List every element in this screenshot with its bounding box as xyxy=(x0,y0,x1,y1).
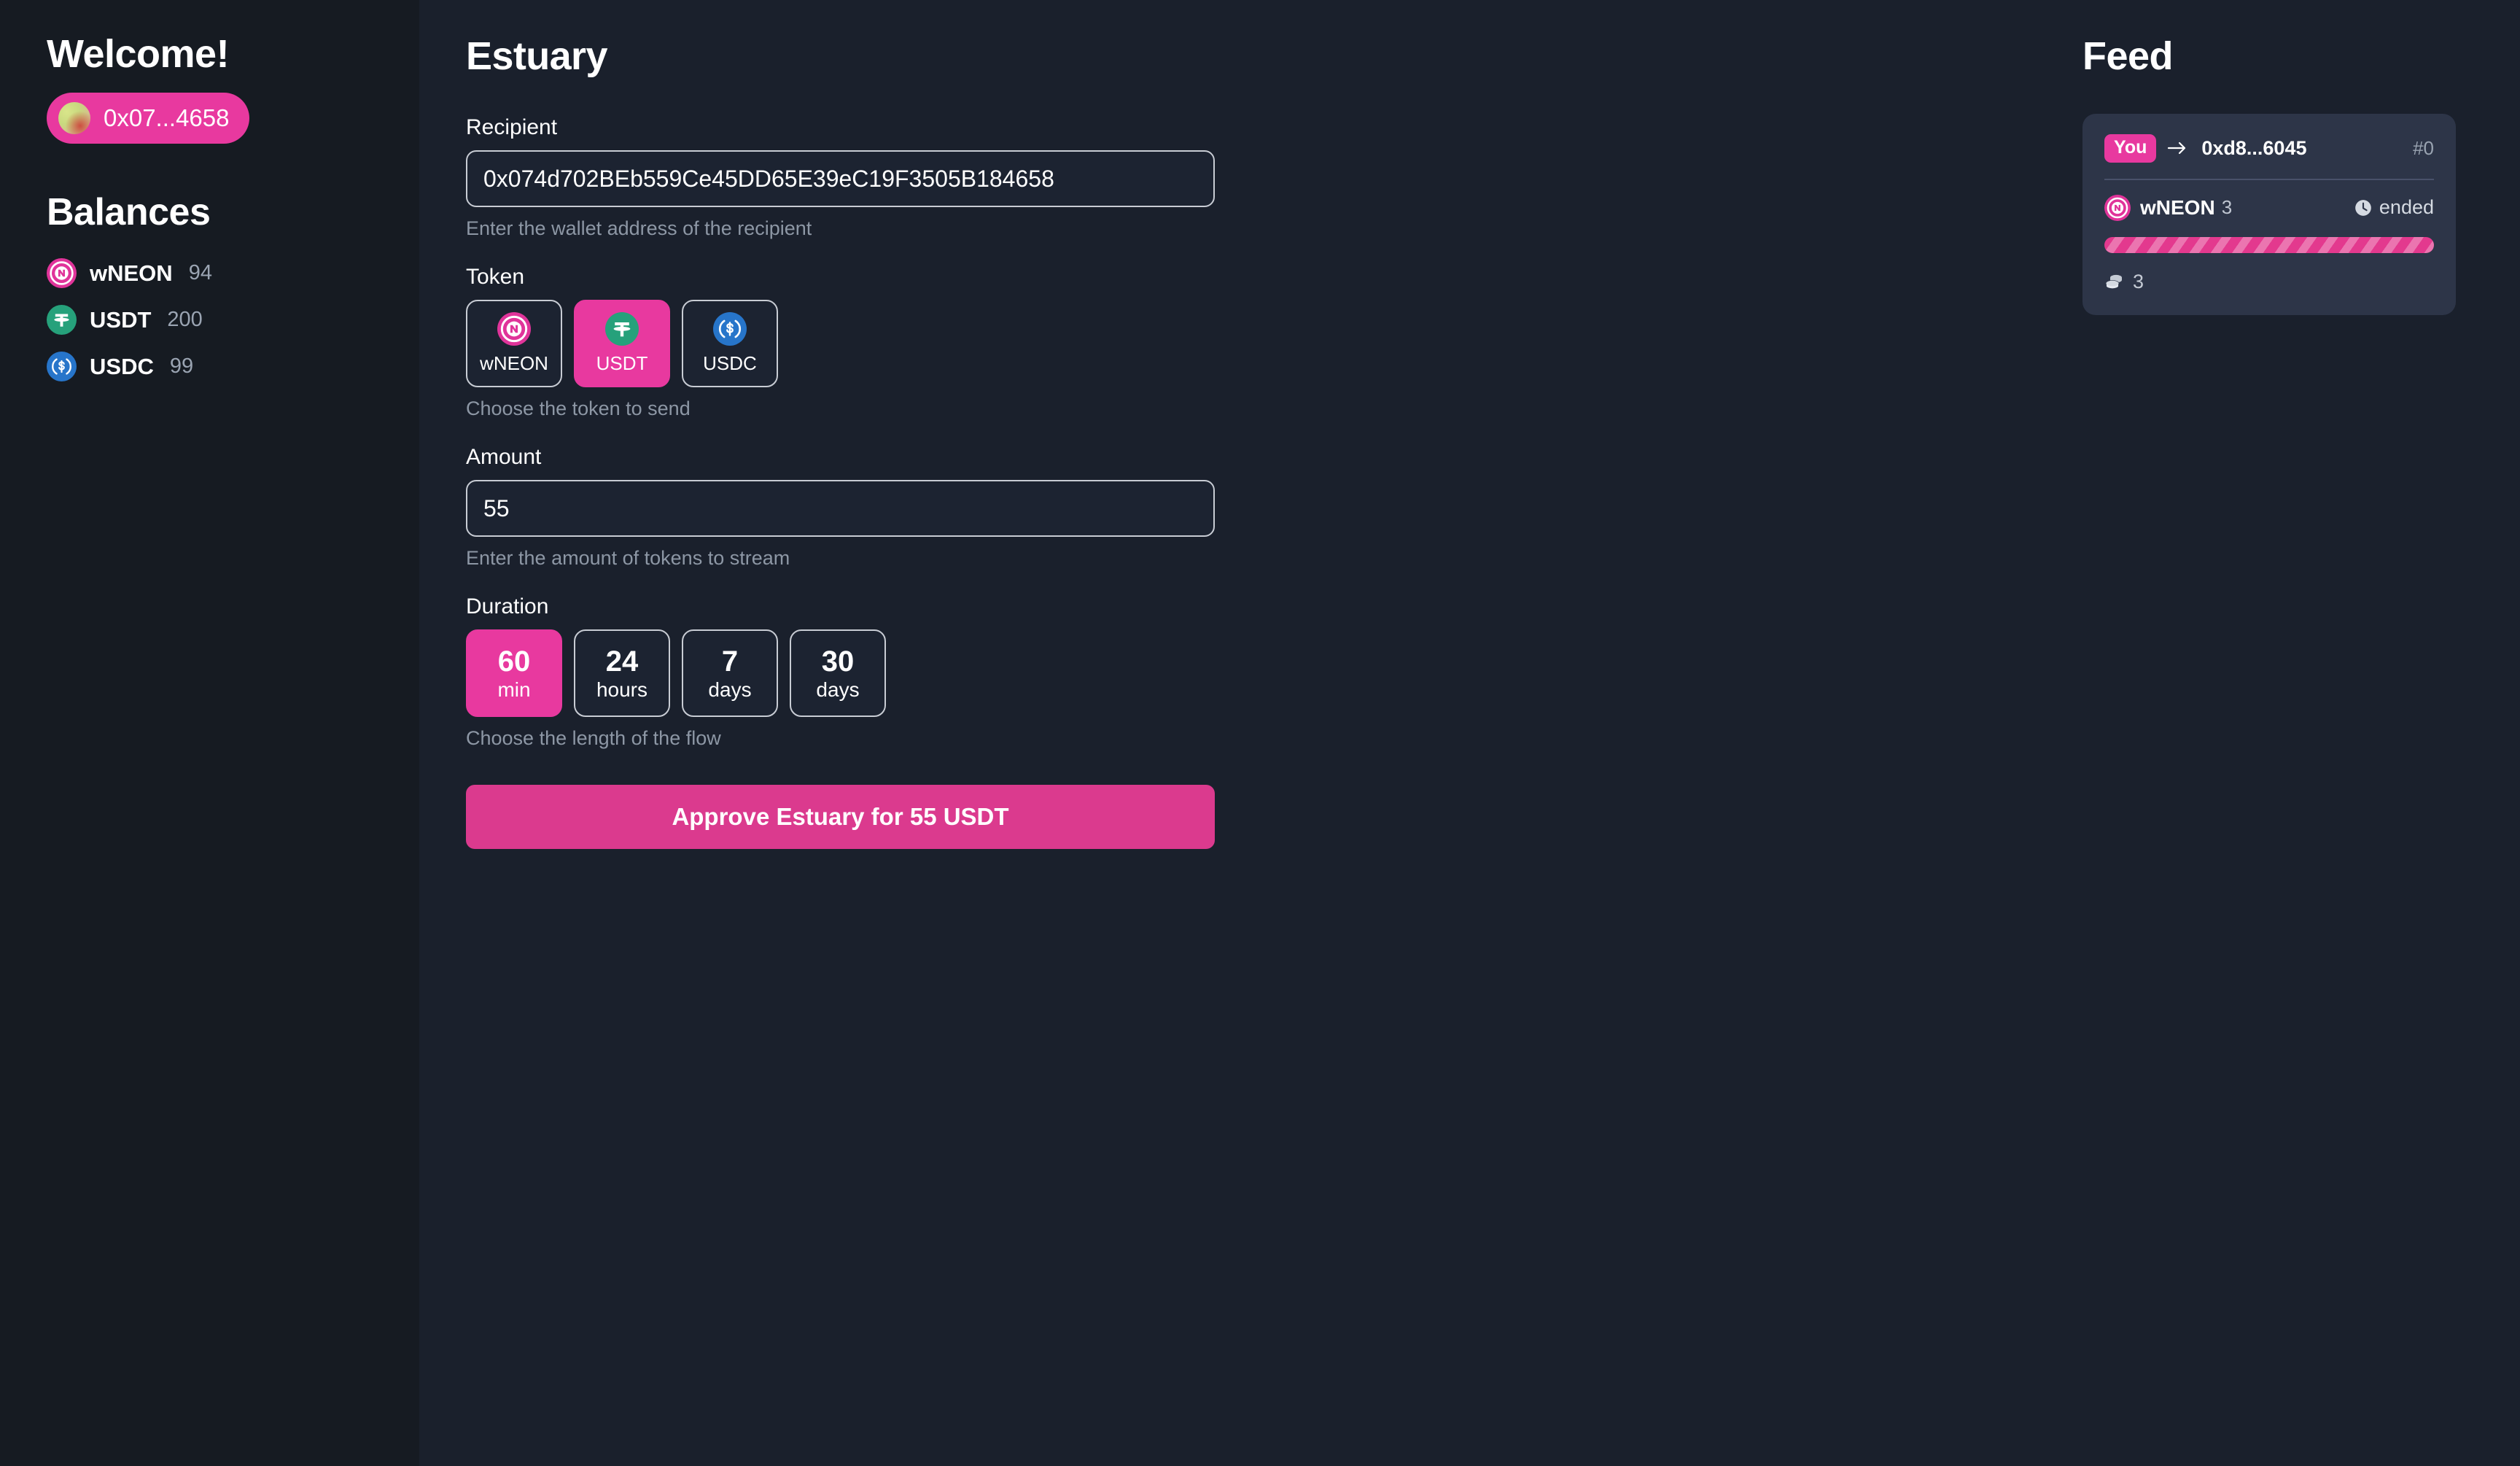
sender-badge: You xyxy=(2104,134,2157,163)
welcome-title: Welcome! xyxy=(47,32,230,76)
balance-amount: 94 xyxy=(188,261,212,285)
token-option-usdc[interactable]: USDC xyxy=(682,300,778,387)
recipient-input[interactable] xyxy=(466,150,1215,207)
duration-number: 7 xyxy=(721,645,739,678)
main-content: Estuary Recipient Enter the wallet addre… xyxy=(419,0,2082,1466)
wallet-address-label: 0x07...4658 xyxy=(104,104,230,131)
wallet-avatar-icon xyxy=(58,101,90,134)
duration-number: 24 xyxy=(605,645,639,678)
feed-panel: Feed You 0xd8...6045 #0 wNEON 3 ended 3 xyxy=(2082,0,2520,1466)
duration-number: 30 xyxy=(821,645,855,678)
wallet-pill-button[interactable]: 0x07...4658 xyxy=(47,92,250,144)
feed-withdrawn-amount: 3 xyxy=(2133,270,2144,292)
balance-row-usdc: USDC 99 xyxy=(47,344,373,390)
approve-estuary-button[interactable]: Approve Estuary for 55 USDT xyxy=(466,785,1215,849)
amount-hint: Enter the amount of tokens to stream xyxy=(466,547,790,569)
balance-row-usdt: USDT 200 xyxy=(47,297,373,344)
token-hint: Choose the token to send xyxy=(466,397,691,419)
page-title: Estuary xyxy=(466,34,608,78)
arrow-right-icon xyxy=(2168,142,2186,155)
amount-label: Amount xyxy=(466,445,542,469)
duration-unit: hours xyxy=(596,678,648,701)
wneon-token-icon xyxy=(2104,194,2131,221)
wneon-token-icon xyxy=(497,312,531,346)
duration-option-24-hours[interactable]: 24 hours xyxy=(574,629,670,717)
balance-symbol: wNEON xyxy=(90,260,173,286)
usdt-token-icon xyxy=(47,305,77,336)
usdc-token-icon xyxy=(713,312,747,346)
balance-amount: 200 xyxy=(167,308,203,332)
feed-recipient-address: 0xd8...6045 xyxy=(2201,136,2307,159)
feed-token-amount: 3 xyxy=(2221,196,2233,219)
amount-field-group: Amount Enter the amount of tokens to str… xyxy=(466,445,1215,570)
duration-label: Duration xyxy=(466,594,549,618)
balance-row-wneon: wNEON 94 xyxy=(47,250,373,297)
duration-number: 60 xyxy=(497,645,531,678)
token-option-label: wNEON xyxy=(480,352,548,374)
recipient-label: Recipient xyxy=(466,115,558,139)
coins-icon xyxy=(2105,275,2122,290)
stream-form: Recipient Enter the wallet address of th… xyxy=(466,115,1215,849)
feed-progress-bar xyxy=(2104,236,2434,253)
feed-title: Feed xyxy=(2082,34,2174,78)
token-label: Token xyxy=(466,265,525,289)
clock-icon xyxy=(2355,199,2371,216)
usdt-token-icon xyxy=(605,312,639,346)
duration-option-7-days[interactable]: 7 days xyxy=(682,629,778,717)
duration-options: 60 min 24 hours 7 days 30 days xyxy=(466,629,1215,717)
duration-unit: days xyxy=(708,678,752,701)
token-option-label: USDC xyxy=(703,352,757,374)
balances-title: Balances xyxy=(47,190,211,233)
app-root: Welcome! 0x07...4658 Balances wNEON 94 U… xyxy=(0,0,2520,1466)
feed-item-index: #0 xyxy=(2413,136,2434,159)
feed-item-card[interactable]: You 0xd8...6045 #0 wNEON 3 ended 3 xyxy=(2082,114,2456,315)
recipient-field-group: Recipient Enter the wallet address of th… xyxy=(466,115,1215,240)
duration-option-60-min[interactable]: 60 min xyxy=(466,629,562,717)
duration-field-group: Duration 60 min 24 hours 7 days 30 days … xyxy=(466,594,1215,750)
token-option-usdt[interactable]: USDT xyxy=(574,300,670,387)
token-option-label: USDT xyxy=(596,352,648,374)
sidebar: Welcome! 0x07...4658 Balances wNEON 94 U… xyxy=(0,0,419,1466)
duration-unit: days xyxy=(816,678,860,701)
recipient-hint: Enter the wallet address of the recipien… xyxy=(466,217,812,239)
duration-option-30-days[interactable]: 30 days xyxy=(790,629,886,717)
token-option-wneon[interactable]: wNEON xyxy=(466,300,562,387)
token-options: wNEON USDT USDC xyxy=(466,300,1215,387)
token-field-group: Token wNEON USDT USDC Choose the token t… xyxy=(466,265,1215,420)
balance-amount: 99 xyxy=(169,354,194,379)
feed-status-label: ended xyxy=(2379,196,2434,219)
duration-unit: min xyxy=(497,678,531,701)
wneon-token-icon xyxy=(47,258,77,289)
amount-input[interactable] xyxy=(466,480,1215,537)
balances-list: wNEON 94 USDT 200 USDC 99 xyxy=(47,250,373,390)
feed-progress-fill xyxy=(2104,236,2434,253)
feed-status-badge: ended xyxy=(2354,196,2434,219)
feed-item-footer: 3 xyxy=(2104,271,2434,293)
feed-item-header: You 0xd8...6045 #0 xyxy=(2104,134,2434,163)
usdc-token-icon xyxy=(47,352,77,382)
feed-divider xyxy=(2104,178,2434,180)
feed-token-row: wNEON 3 ended xyxy=(2104,194,2434,221)
balance-symbol: USDC xyxy=(90,353,154,379)
feed-token-symbol: wNEON xyxy=(2140,195,2215,219)
duration-hint: Choose the length of the flow xyxy=(466,727,721,749)
balance-symbol: USDT xyxy=(90,306,152,333)
